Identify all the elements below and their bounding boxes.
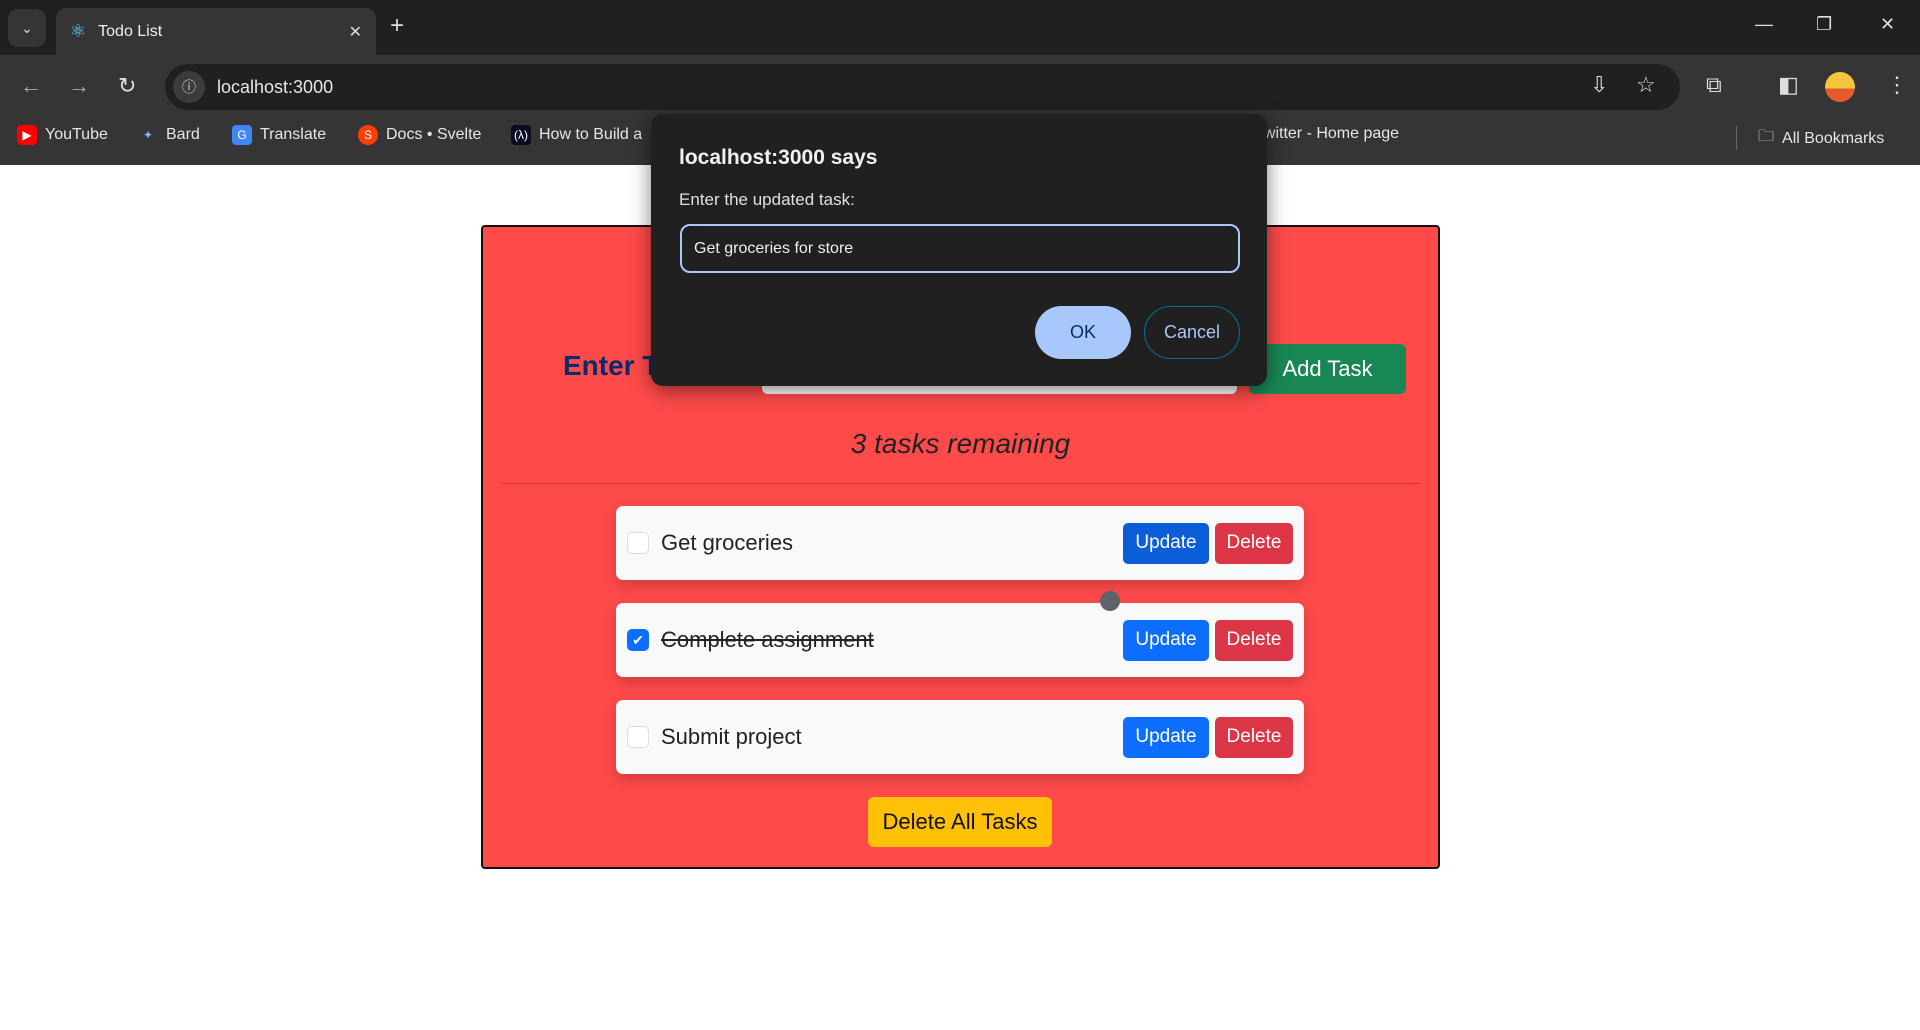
task-item: Submit project Update Delete bbox=[616, 700, 1304, 774]
folder-icon: 🗀 bbox=[1758, 128, 1775, 145]
prompt-dialog: localhost:3000 says Enter the updated ta… bbox=[651, 114, 1267, 386]
svelte-icon: S bbox=[358, 125, 378, 145]
bookmark-svelte[interactable]: S Docs • Svelte bbox=[358, 125, 481, 145]
update-button[interactable]: Update bbox=[1123, 522, 1209, 564]
url-text: localhost:3000 bbox=[217, 76, 334, 97]
side-panel-icon[interactable]: ◧ bbox=[1778, 72, 1799, 98]
task-text: Submit project bbox=[661, 724, 802, 749]
browser-tab[interactable]: ⚛ Todo List ✕ bbox=[56, 8, 376, 55]
delete-button[interactable]: Delete bbox=[1215, 619, 1293, 661]
tab-title: Todo List bbox=[98, 22, 163, 40]
delete-all-button[interactable]: Delete All Tasks bbox=[868, 797, 1052, 847]
bookmark-bard[interactable]: ✦ Bard bbox=[138, 125, 200, 145]
task-checkbox[interactable] bbox=[627, 726, 649, 748]
task-checkbox[interactable]: ✔ bbox=[627, 629, 649, 651]
add-task-button[interactable]: Add Task bbox=[1249, 344, 1406, 394]
address-bar[interactable]: ⓘ localhost:3000 bbox=[165, 64, 1680, 110]
install-app-icon[interactable]: ⇩ bbox=[1590, 72, 1608, 98]
forward-icon[interactable]: → bbox=[68, 73, 90, 99]
checkmark-icon: ✔ bbox=[632, 631, 644, 648]
tasks-remaining: 3 tasks remaining bbox=[850, 428, 1071, 459]
dialog-title: localhost:3000 says bbox=[679, 146, 878, 169]
cancel-button[interactable]: Cancel bbox=[1144, 306, 1240, 359]
bookmark-star-icon[interactable]: ☆ bbox=[1636, 72, 1656, 98]
bookmark-twitter[interactable]: Twitter - Home page bbox=[1255, 125, 1399, 143]
minimize-icon[interactable]: — bbox=[1755, 14, 1773, 35]
restore-icon[interactable]: ❐ bbox=[1816, 14, 1832, 35]
bookmark-how-to-build[interactable]: (λ) How to Build a bbox=[511, 125, 642, 145]
update-button[interactable]: Update bbox=[1123, 716, 1209, 758]
extensions-icon[interactable]: ⧉ bbox=[1706, 72, 1722, 98]
task-checkbox[interactable] bbox=[627, 532, 649, 554]
freecodecamp-icon: (λ) bbox=[511, 125, 531, 145]
all-bookmarks[interactable]: 🗀 All Bookmarks bbox=[1758, 125, 1884, 152]
translate-icon: G bbox=[232, 125, 252, 145]
new-tab-button[interactable]: + bbox=[390, 12, 404, 40]
react-icon: ⚛ bbox=[70, 21, 87, 41]
site-info-icon[interactable]: ⓘ bbox=[173, 71, 205, 103]
close-tab-icon[interactable]: ✕ bbox=[349, 22, 362, 42]
bard-icon: ✦ bbox=[142, 128, 154, 142]
profile-avatar[interactable] bbox=[1825, 72, 1855, 102]
delete-button[interactable]: Delete bbox=[1215, 522, 1293, 564]
close-window-icon[interactable]: ✕ bbox=[1880, 14, 1895, 35]
dialog-input[interactable] bbox=[680, 224, 1240, 273]
bookmark-youtube[interactable]: ▶ YouTube bbox=[17, 125, 108, 145]
chevron-down-icon: ⌄ bbox=[21, 19, 33, 36]
back-icon[interactable]: ← bbox=[20, 73, 42, 99]
delete-button[interactable]: Delete bbox=[1215, 716, 1293, 758]
divider bbox=[502, 483, 1420, 484]
task-text: Complete assignment bbox=[661, 627, 874, 652]
youtube-icon: ▶ bbox=[17, 125, 37, 145]
task-item: Get groceries Update Delete bbox=[616, 506, 1304, 580]
task-item: ✔ Complete assignment Update Delete bbox=[616, 603, 1304, 677]
tab-search-button[interactable]: ⌄ bbox=[8, 9, 46, 47]
task-text: Get groceries bbox=[661, 530, 794, 555]
ok-button[interactable]: OK bbox=[1035, 306, 1131, 359]
cursor-indicator bbox=[1100, 591, 1120, 611]
update-button[interactable]: Update bbox=[1123, 619, 1209, 661]
bookmark-translate[interactable]: G Translate bbox=[232, 125, 326, 145]
dialog-message: Enter the updated task: bbox=[679, 190, 855, 209]
bookmarks-divider bbox=[1736, 126, 1737, 150]
menu-icon[interactable]: ⋮ bbox=[1886, 72, 1908, 98]
reload-icon[interactable]: ↻ bbox=[118, 73, 136, 99]
